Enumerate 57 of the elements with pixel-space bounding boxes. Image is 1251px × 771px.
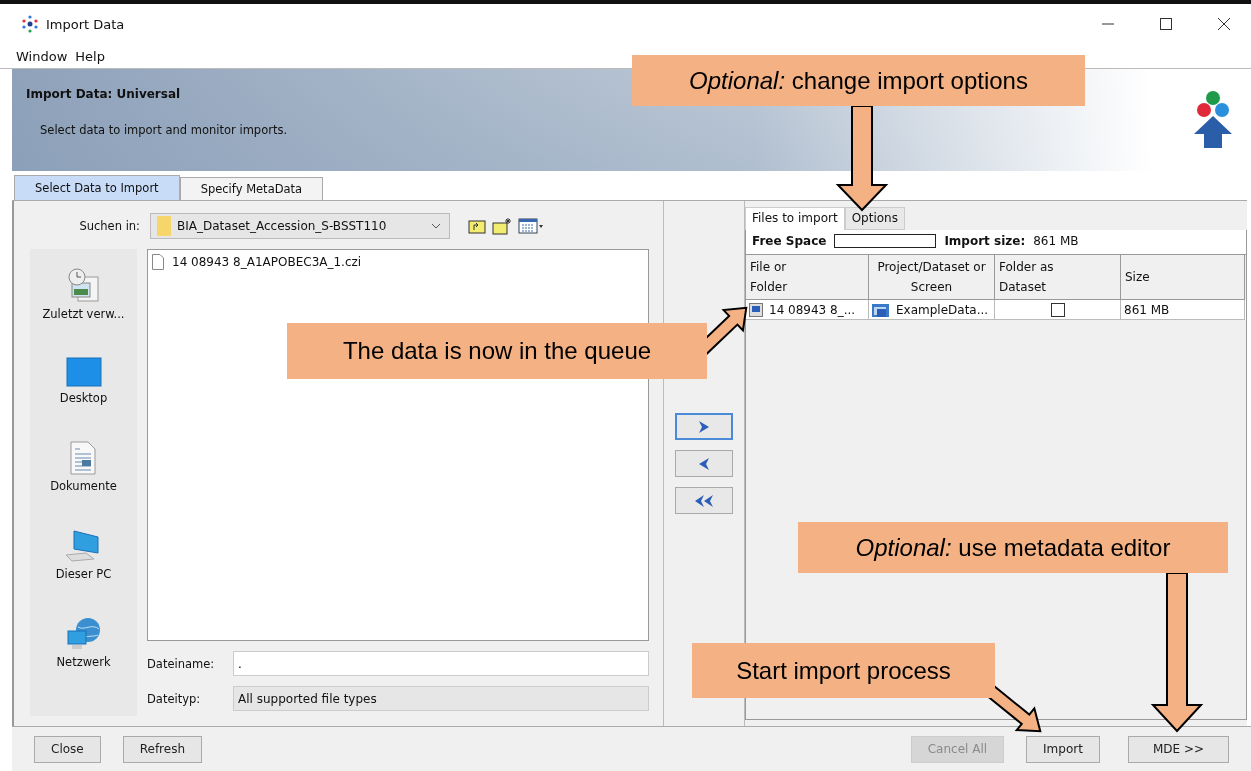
annotation-callout: Optional: use metadata editor <box>798 522 1228 573</box>
folder-dropdown[interactable]: BIA_Dataset_Accession_S-BSST110 <box>150 213 450 239</box>
file-icon <box>152 254 164 270</box>
menu-item[interactable]: Window <box>16 48 68 64</box>
footer-button[interactable]: Import <box>1026 735 1100 763</box>
banner-subtitle: Select data to import and monitor imports. <box>39 123 288 137</box>
transfer-button[interactable] <box>675 450 733 477</box>
footer-button[interactable]: Close <box>34 735 101 763</box>
dataset-folder-icon <box>872 301 890 318</box>
file-name-input[interactable]: . <box>233 651 649 676</box>
details-view-icon[interactable] <box>518 218 544 234</box>
table-cell: 861 MB <box>1121 300 1245 320</box>
desktop-icon <box>65 357 102 387</box>
free-space-label: Free Space <box>752 234 827 248</box>
window-title: Import Data <box>46 16 125 32</box>
file-type-dropdown[interactable]: All supported file types <box>233 686 649 711</box>
chevron-left-icon <box>697 456 711 471</box>
tab[interactable]: Options <box>844 207 905 230</box>
look-in-label: Suchen in: <box>78 219 141 233</box>
tab[interactable]: Files to import <box>745 207 845 230</box>
folder-up-icon[interactable] <box>468 218 486 234</box>
document-icon <box>70 441 97 475</box>
import-size-label: Import size: <box>944 234 1026 248</box>
file-name-label: Dateiname: <box>147 656 216 671</box>
double-chevron-left-icon <box>694 493 714 508</box>
table-cell: ExampleData... <box>869 300 995 320</box>
checkbox[interactable] <box>1050 302 1065 317</box>
banner-title: Import Data: Universal <box>26 87 182 101</box>
file-type-label: Dateityp: <box>147 691 202 706</box>
menu-item[interactable]: Help <box>75 48 105 64</box>
clock-documents-icon <box>66 267 101 303</box>
annotation-callout: Start import process <box>692 643 995 698</box>
maximize-icon[interactable] <box>1159 17 1173 31</box>
footer-button[interactable]: Refresh <box>122 735 203 763</box>
transfer-button[interactable] <box>675 413 733 440</box>
annotation-callout: The data is now in the queue <box>287 323 707 379</box>
tab[interactable]: Specify MetaData <box>179 177 324 200</box>
place-item[interactable]: Netzwerk <box>56 617 111 669</box>
table-cell: 14 08943 8_... <box>746 300 869 320</box>
transfer-button[interactable] <box>675 487 733 514</box>
file-item[interactable]: 14 08943 8_A1APOBEC3A_1.czi <box>152 254 644 270</box>
chevron-down-icon <box>431 223 441 229</box>
tab[interactable]: Select Data to Import <box>14 175 180 200</box>
footer-button[interactable]: MDE >> <box>1127 735 1229 763</box>
place-item[interactable]: Dieser PC <box>55 529 112 581</box>
annotation-callout: Optional: change import options <box>632 55 1085 106</box>
place-item[interactable]: Zuletzt verw... <box>42 267 125 321</box>
image-file-icon <box>749 302 763 317</box>
folder-icon <box>157 216 171 236</box>
app-logo-icon <box>20 14 40 34</box>
place-item[interactable]: Dokumente <box>50 441 117 493</box>
import-size-value: 861 MB <box>1033 234 1079 248</box>
place-item[interactable]: Desktop <box>59 357 108 405</box>
globe-computer-icon <box>65 617 102 651</box>
chevron-right-icon <box>697 419 711 434</box>
new-folder-icon[interactable] <box>492 217 512 235</box>
close-icon[interactable] <box>1217 17 1231 31</box>
